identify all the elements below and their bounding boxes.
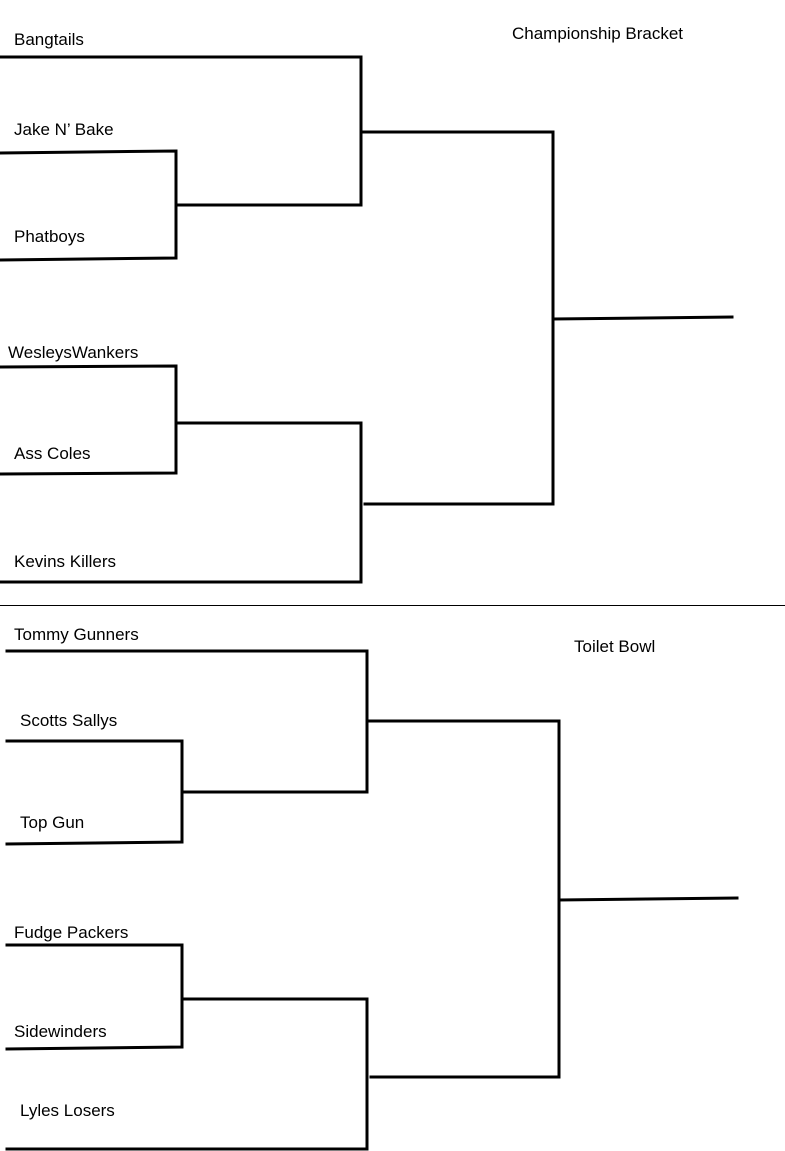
team-lyles-losers: Lyles Losers — [20, 1101, 115, 1120]
team-jake-n-bake: Jake N’ Bake — [14, 120, 114, 139]
team-kevins-killers: Kevins Killers — [14, 552, 117, 571]
section-divider — [0, 605, 785, 606]
team-bangtails: Bangtails — [14, 30, 84, 49]
team-top-gun: Top Gun — [20, 813, 85, 832]
team-fudge-packers: Fudge Packers — [14, 923, 129, 942]
team-phatboys: Phatboys — [14, 227, 85, 246]
team-scotts-sallys: Scotts Sallys — [20, 711, 118, 730]
team-wesleyswankers: WesleysWankers — [8, 343, 139, 362]
team-tommy-gunners: Tommy Gunners — [14, 625, 139, 644]
bracket-lines — [0, 55, 739, 1151]
toiletbowl-final-line — [557, 896, 739, 902]
team-ass-coles: Ass Coles — [14, 444, 91, 463]
championship-final-line — [551, 315, 734, 321]
championship-title: Championship Bracket — [512, 24, 684, 43]
toiletbowl-semifinal-line — [367, 719, 561, 1079]
toilet-bowl-title: Toilet Bowl — [574, 637, 656, 656]
championship-semifinal-line — [361, 130, 555, 506]
team-sidewinders: Sidewinders — [14, 1022, 107, 1041]
